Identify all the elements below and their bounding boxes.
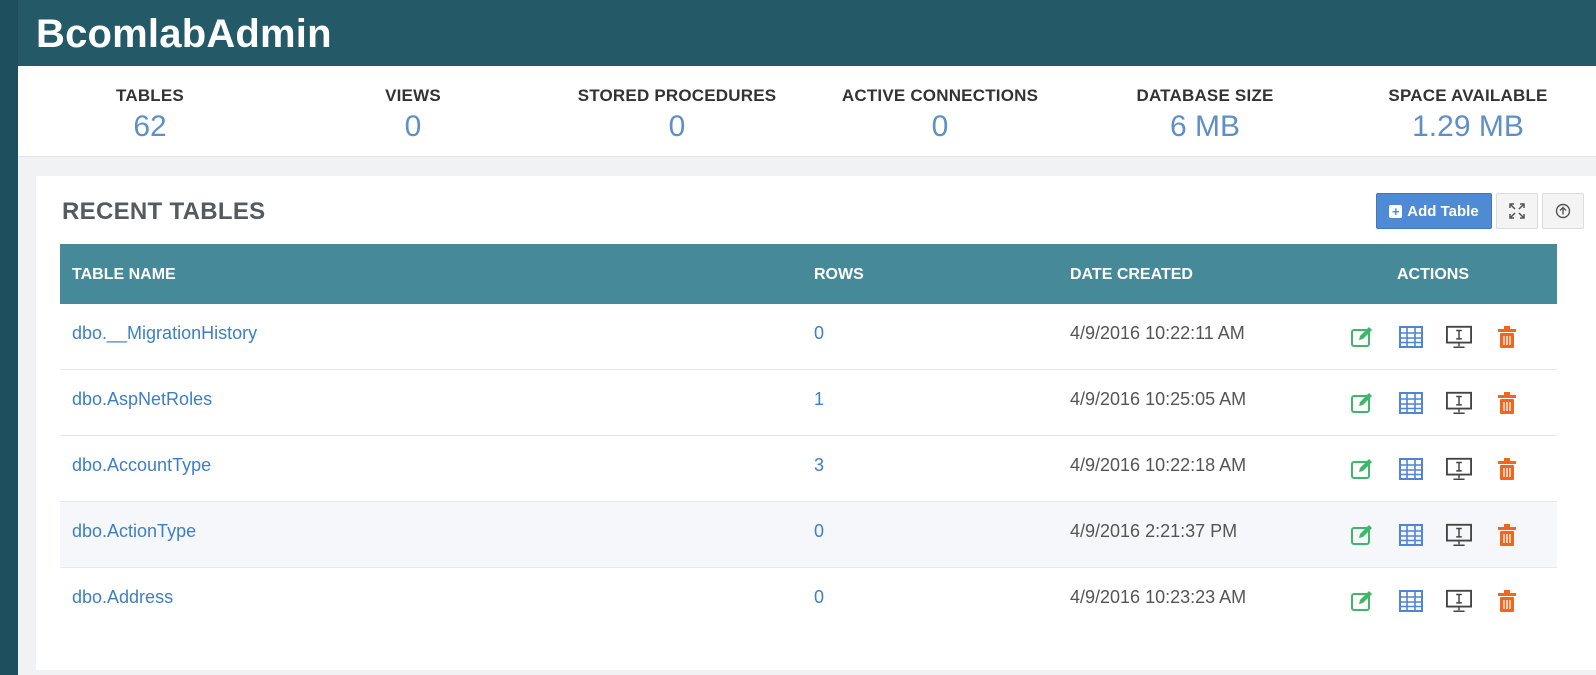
recent-tables-panel: RECENT TABLES + Add Table TABLE NAME ROW… [36, 176, 1596, 670]
row-count-link[interactable]: 0 [814, 521, 824, 542]
row-count-link[interactable]: 0 [814, 323, 824, 344]
monitor-icon[interactable] [1446, 456, 1472, 482]
stat-label: ACTIVE CONNECTIONS [841, 86, 1039, 105]
expand-icon [1509, 203, 1525, 219]
row-count-link[interactable]: 3 [814, 455, 824, 476]
edit-icon[interactable] [1350, 390, 1376, 416]
edit-icon[interactable] [1350, 522, 1376, 548]
stat-label: VIEWS [385, 86, 441, 105]
stat-views: VIEWS 0 [283, 86, 543, 144]
table-grid-icon[interactable] [1398, 456, 1424, 482]
edit-icon[interactable] [1350, 588, 1376, 614]
stats-bar: TABLES 62 VIEWS 0 STORED PROCEDURES 0 AC… [18, 66, 1596, 157]
table-row: dbo.AccountType 3 4/9/2016 10:22:18 AM [60, 436, 1557, 502]
stat-value: 62 [133, 110, 167, 143]
table-row: dbo.ActionType 0 4/9/2016 2:21:37 PM [60, 502, 1557, 568]
plus-square-icon: + [1389, 204, 1403, 218]
table-header: TABLE NAME ROWS DATE CREATED ACTIONS [60, 244, 1557, 304]
app-title[interactable]: BcomlabAdmin [36, 12, 332, 57]
header-date-created[interactable]: DATE CREATED [1070, 266, 1193, 284]
circle-arrow-up-icon [1555, 203, 1571, 219]
row-actions [1350, 390, 1520, 416]
stat-label: DATABASE SIZE [1136, 86, 1274, 105]
collapse-panel-button[interactable] [1542, 193, 1584, 229]
header-table-name[interactable]: TABLE NAME [72, 266, 176, 284]
row-actions [1350, 588, 1520, 614]
date-created: 4/9/2016 2:21:37 PM [1070, 521, 1238, 541]
trash-icon[interactable] [1494, 324, 1520, 350]
monitor-icon[interactable] [1446, 522, 1472, 548]
table-name-link[interactable]: dbo.AspNetRoles [72, 389, 212, 410]
row-count-link[interactable]: 1 [814, 389, 824, 410]
stat-label: TABLES [116, 86, 184, 105]
row-actions [1350, 456, 1520, 482]
add-table-label: Add Table [1407, 202, 1479, 220]
trash-icon[interactable] [1494, 390, 1520, 416]
stat-value: 1.29 MB [1412, 110, 1524, 143]
table-grid-icon[interactable] [1398, 390, 1424, 416]
table-name-link[interactable]: dbo.__MigrationHistory [72, 323, 257, 344]
stat-value: 0 [931, 110, 949, 143]
monitor-icon[interactable] [1446, 324, 1472, 350]
row-count-link[interactable]: 0 [814, 587, 824, 608]
table-row: dbo.AspNetRoles 1 4/9/2016 10:25:05 AM [60, 370, 1557, 436]
row-actions [1350, 324, 1520, 350]
add-table-button[interactable]: + Add Table [1376, 193, 1492, 229]
stat-value: 0 [668, 110, 686, 143]
monitor-icon[interactable] [1446, 588, 1472, 614]
edit-icon[interactable] [1350, 456, 1376, 482]
stat-space-available: SPACE AVAILABLE 1.29 MB [1338, 86, 1596, 144]
date-created: 4/9/2016 10:22:11 AM [1070, 323, 1245, 343]
header-rows[interactable]: ROWS [814, 266, 864, 284]
left-sidebar-rail [0, 0, 18, 675]
stat-active-connections: ACTIVE CONNECTIONS 0 [810, 86, 1070, 144]
date-created: 4/9/2016 10:23:23 AM [1070, 587, 1247, 607]
stat-stored-procedures: STORED PROCEDURES 0 [547, 86, 807, 144]
stat-value: 0 [404, 110, 422, 143]
stat-label: STORED PROCEDURES [577, 86, 777, 105]
expand-panel-button[interactable] [1496, 193, 1538, 229]
stat-database-size: DATABASE SIZE 6 MB [1075, 86, 1335, 144]
trash-icon[interactable] [1494, 522, 1520, 548]
stat-value: 6 MB [1169, 110, 1241, 143]
table-grid-icon[interactable] [1398, 588, 1424, 614]
panel-title: RECENT TABLES [62, 198, 266, 225]
app-header: BcomlabAdmin [18, 0, 1596, 66]
stat-label: SPACE AVAILABLE [1388, 86, 1548, 105]
date-created: 4/9/2016 10:22:18 AM [1070, 455, 1247, 475]
header-actions: ACTIONS [1397, 266, 1469, 283]
monitor-icon[interactable] [1446, 390, 1472, 416]
recent-tables-table: TABLE NAME ROWS DATE CREATED ACTIONS dbo… [60, 244, 1557, 633]
table-grid-icon[interactable] [1398, 324, 1424, 350]
trash-icon[interactable] [1494, 456, 1520, 482]
table-grid-icon[interactable] [1398, 522, 1424, 548]
table-name-link[interactable]: dbo.ActionType [72, 521, 196, 542]
table-name-link[interactable]: dbo.Address [72, 587, 173, 608]
stat-tables: TABLES 62 [20, 86, 280, 144]
table-name-link[interactable]: dbo.AccountType [72, 455, 211, 476]
edit-icon[interactable] [1350, 324, 1376, 350]
row-actions [1350, 522, 1520, 548]
date-created: 4/9/2016 10:25:05 AM [1070, 389, 1247, 409]
trash-icon[interactable] [1494, 588, 1520, 614]
table-row: dbo.Address 0 4/9/2016 10:23:23 AM [60, 568, 1557, 633]
table-row: dbo.__MigrationHistory 0 4/9/2016 10:22:… [60, 304, 1557, 370]
